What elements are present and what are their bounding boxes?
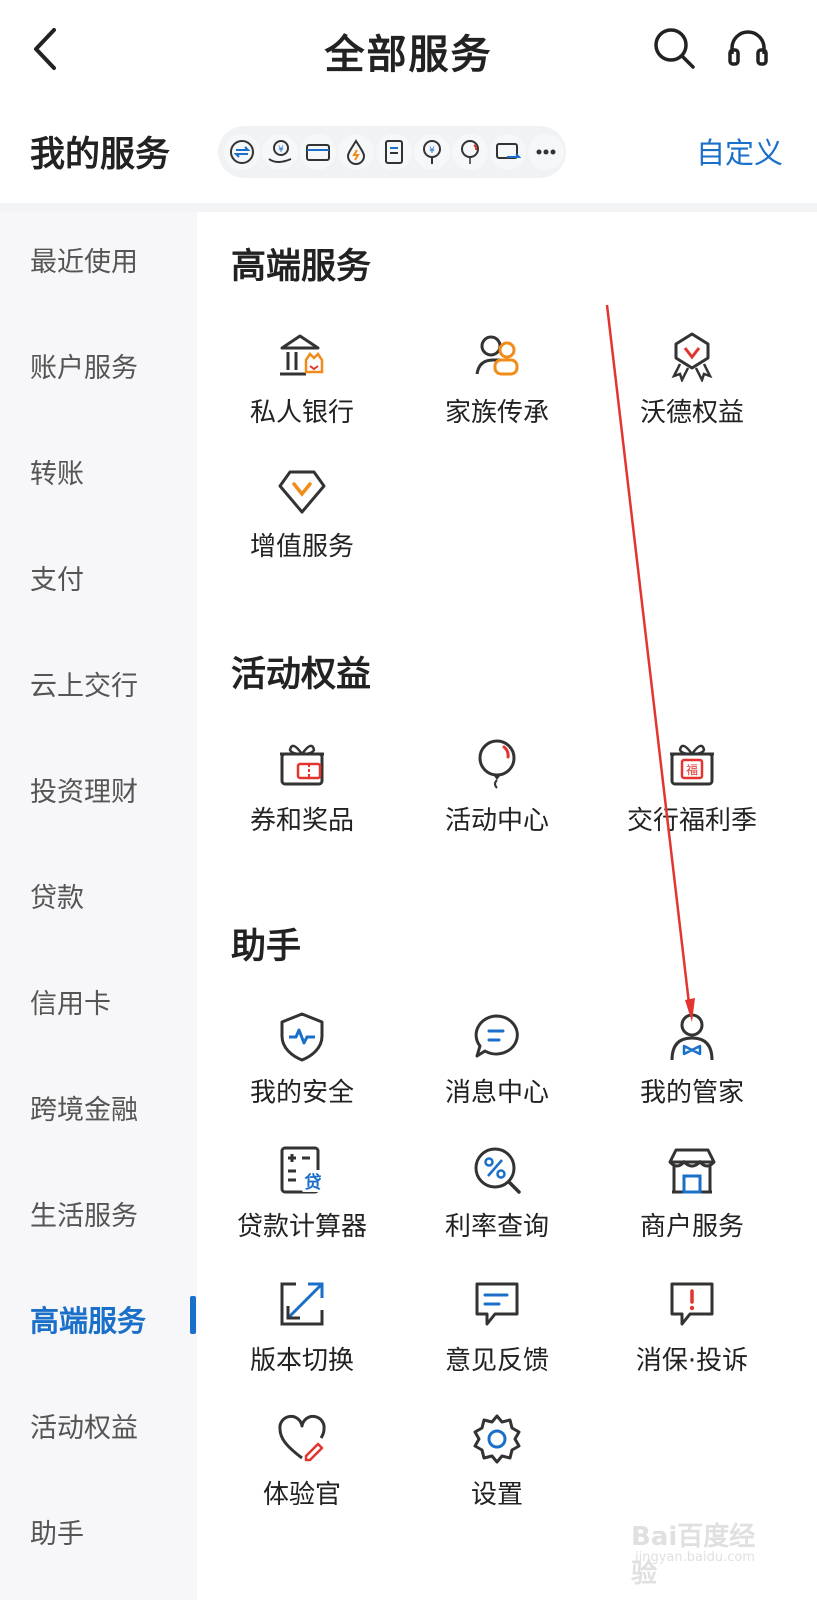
sidebar-item-payment[interactable]: 支付 — [30, 558, 84, 597]
tile-label: 活动中心 — [444, 806, 549, 836]
tile-message-center[interactable]: 消息中心 — [402, 1010, 592, 1130]
category-sidebar: 最近使用 账户服务 转账 支付 云上交行 投资理财 贷款 信用卡 跨境金融 生活… — [0, 212, 197, 1600]
tile-feedback[interactable]: 意见反馈 — [402, 1278, 592, 1398]
services-content: 高端服务 私人银行 家族传承 沃德权益 增值服务 活动权益 券和奖品 活动中心 … — [197, 212, 817, 1600]
tile-complaint[interactable]: 消保·投诉 — [597, 1278, 787, 1398]
tile-label: 家族传承 — [444, 398, 549, 428]
tile-label: 券和奖品 — [249, 806, 354, 836]
butler-icon — [670, 1013, 714, 1061]
tile-my-butler[interactable]: 我的管家 — [597, 1010, 787, 1130]
tile-label: 我的管家 — [639, 1078, 744, 1108]
tile-label: 利率查询 — [444, 1212, 549, 1242]
baidu-watermark: Bai百度经验 jingyan.baidu.com — [631, 1512, 781, 1589]
tile-label: 意见反馈 — [444, 1346, 549, 1376]
expand-icon — [280, 1282, 324, 1326]
balloon-icon — [478, 739, 516, 789]
transfer-card-icon[interactable] — [490, 134, 526, 170]
tile-label: 沃德权益 — [639, 398, 744, 428]
tile-label: 版本切换 — [249, 1346, 354, 1376]
tile-wealth-rights[interactable]: 沃德权益 — [597, 330, 787, 450]
svg-text:福: 福 — [686, 762, 698, 777]
card-icon[interactable] — [300, 134, 336, 170]
my-services-shortcuts[interactable]: ¥ ¥ — [218, 126, 566, 178]
percent-search-icon — [474, 1147, 521, 1194]
bill-icon[interactable] — [376, 134, 412, 170]
gift-fu-icon: 福 — [670, 744, 714, 786]
complaint-icon — [670, 1282, 714, 1326]
tile-welfare-season[interactable]: 福 交行福利季 — [597, 738, 787, 858]
top-navigation-bar: 全部服务 — [0, 0, 817, 100]
tile-value-added[interactable]: 增值服务 — [207, 464, 397, 584]
sidebar-item-loan[interactable]: 贷款 — [30, 876, 84, 915]
hand-money-icon[interactable]: ¥ — [262, 134, 298, 170]
sidebar-item-life[interactable]: 生活服务 — [30, 1194, 138, 1233]
tile-my-security[interactable]: 我的安全 — [207, 1010, 397, 1130]
tile-label: 私人银行 — [249, 398, 354, 428]
sidebar-item-assistant[interactable]: 助手 — [30, 1512, 84, 1551]
svg-text:¥: ¥ — [278, 145, 284, 155]
section-title-premium: 高端服务 — [231, 247, 372, 287]
chat-icon — [474, 1014, 519, 1058]
tile-label: 设置 — [470, 1480, 523, 1510]
tile-label: 贷款计算器 — [236, 1212, 367, 1242]
headset-icon — [728, 30, 768, 66]
sidebar-item-premium[interactable]: 高端服务 — [30, 1298, 146, 1340]
wealth-tree-icon[interactable]: ¥ — [414, 134, 450, 170]
tile-label: 消保·投诉 — [635, 1346, 749, 1376]
private-bank-icon — [280, 334, 324, 376]
calculator-icon: 贷 — [280, 1146, 324, 1194]
tile-label: 增值服务 — [249, 532, 354, 562]
sidebar-item-investment[interactable]: 投资理财 — [30, 770, 138, 809]
my-services-bar: 我的服务 ¥ ¥ 自定义 — [0, 104, 817, 200]
section-divider — [0, 203, 817, 212]
svg-text:¥: ¥ — [429, 146, 435, 156]
section-title-assistant: 助手 — [231, 927, 302, 967]
watermark-url: jingyan.baidu.com — [635, 1550, 755, 1565]
heart-edit-icon — [278, 1414, 326, 1462]
my-services-title: 我的服务 — [30, 135, 171, 175]
tile-family-inheritance[interactable]: 家族传承 — [402, 330, 592, 450]
tile-label: 我的安全 — [249, 1078, 354, 1108]
balloon-icon[interactable] — [452, 134, 488, 170]
tile-activity-center[interactable]: 活动中心 — [402, 738, 592, 858]
tile-rate-query[interactable]: 利率查询 — [402, 1144, 592, 1264]
tile-coupons[interactable]: 券和奖品 — [207, 738, 397, 858]
gift-coupon-icon — [280, 744, 324, 786]
sidebar-item-account[interactable]: 账户服务 — [30, 346, 138, 385]
gear-icon — [473, 1414, 521, 1464]
sidebar-item-recent[interactable]: 最近使用 — [30, 240, 138, 279]
tile-experience-officer[interactable]: 体验官 — [207, 1412, 397, 1532]
sidebar-item-activities[interactable]: 活动权益 — [30, 1406, 138, 1445]
more-icon[interactable] — [528, 134, 564, 170]
section-title-activities: 活动权益 — [231, 655, 372, 695]
tile-label: 体验官 — [262, 1480, 341, 1510]
store-icon — [668, 1148, 716, 1194]
tile-private-bank[interactable]: 私人银行 — [207, 330, 397, 450]
sidebar-item-cloud[interactable]: 云上交行 — [30, 664, 138, 703]
family-inheritance-icon — [475, 335, 519, 376]
shield-icon — [280, 1012, 324, 1062]
tile-loan-calculator[interactable]: 贷 贷款计算器 — [207, 1144, 397, 1264]
feedback-icon — [475, 1282, 519, 1326]
tile-settings[interactable]: 设置 — [402, 1412, 592, 1532]
tile-label: 商户服务 — [639, 1212, 744, 1242]
tile-version-switch[interactable]: 版本切换 — [207, 1278, 397, 1398]
search-button[interactable] — [650, 24, 698, 72]
sidebar-item-credit-card[interactable]: 信用卡 — [30, 982, 111, 1021]
svg-text:贷: 贷 — [305, 1172, 322, 1193]
customize-button[interactable]: 自定义 — [696, 130, 783, 172]
tile-label: 交行福利季 — [626, 806, 757, 836]
active-indicator — [190, 1296, 196, 1334]
tile-merchant-service[interactable]: 商户服务 — [597, 1144, 787, 1264]
sidebar-item-cross-border[interactable]: 跨境金融 — [30, 1088, 138, 1127]
wealth-rights-icon — [671, 332, 713, 382]
sidebar-item-transfer[interactable]: 转账 — [30, 452, 84, 491]
customer-service-button[interactable] — [724, 24, 772, 72]
water-drop-icon[interactable] — [338, 134, 374, 170]
tile-label: 消息中心 — [444, 1078, 549, 1108]
exchange-icon[interactable] — [224, 134, 260, 170]
search-icon — [654, 28, 695, 69]
diamond-icon — [278, 470, 326, 514]
